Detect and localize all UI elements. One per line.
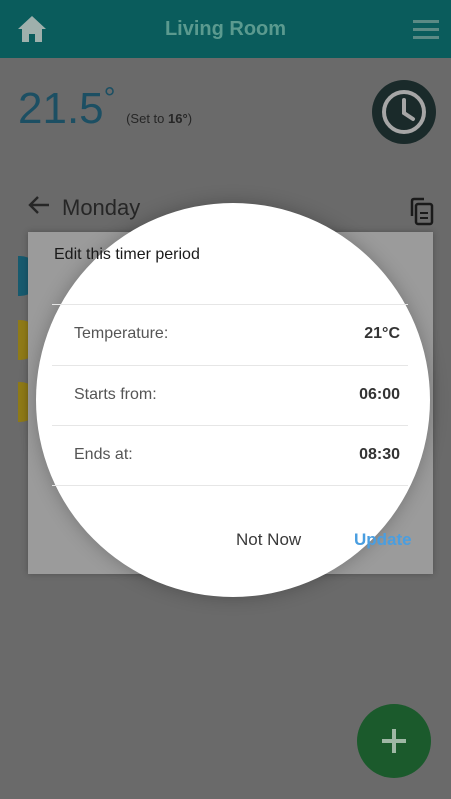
degree-symbol: ° bbox=[103, 82, 116, 115]
update-button[interactable]: Update bbox=[354, 530, 412, 550]
copy-icon[interactable] bbox=[406, 196, 436, 226]
app-bar: Living Room bbox=[0, 0, 451, 58]
current-temperature: 21.5 bbox=[18, 84, 104, 133]
menu-icon[interactable] bbox=[413, 18, 439, 40]
timer-mode-button[interactable] bbox=[372, 80, 436, 144]
clock-icon bbox=[382, 90, 426, 134]
temperature-status: 21.5° (Set to 16°) bbox=[18, 82, 193, 144]
field-label: Ends at: bbox=[74, 446, 133, 463]
start-time-field[interactable]: Starts from: 06:00 bbox=[52, 365, 408, 426]
field-value: 06:00 bbox=[359, 386, 400, 403]
dialog-title: Edit this timer period bbox=[54, 246, 200, 263]
end-time-field[interactable]: Ends at: 08:30 bbox=[52, 425, 408, 486]
plus-icon bbox=[382, 729, 406, 753]
back-arrow-icon[interactable] bbox=[28, 195, 52, 221]
field-value: 08:30 bbox=[359, 446, 400, 463]
field-label: Temperature: bbox=[74, 325, 169, 342]
not-now-button[interactable]: Not Now bbox=[236, 530, 301, 550]
day-selector: Monday bbox=[28, 195, 140, 227]
timer-fields: Temperature: 21°C Starts from: 06:00 End… bbox=[52, 304, 408, 486]
temperature-field[interactable]: Temperature: 21°C bbox=[52, 305, 408, 365]
day-label: Monday bbox=[62, 195, 141, 220]
add-period-button[interactable] bbox=[357, 704, 431, 778]
page-title: Living Room bbox=[164, 18, 287, 40]
set-to-label: (Set to 16°) bbox=[126, 111, 193, 126]
field-value: 21°C bbox=[364, 325, 400, 342]
field-label: Starts from: bbox=[74, 386, 157, 403]
